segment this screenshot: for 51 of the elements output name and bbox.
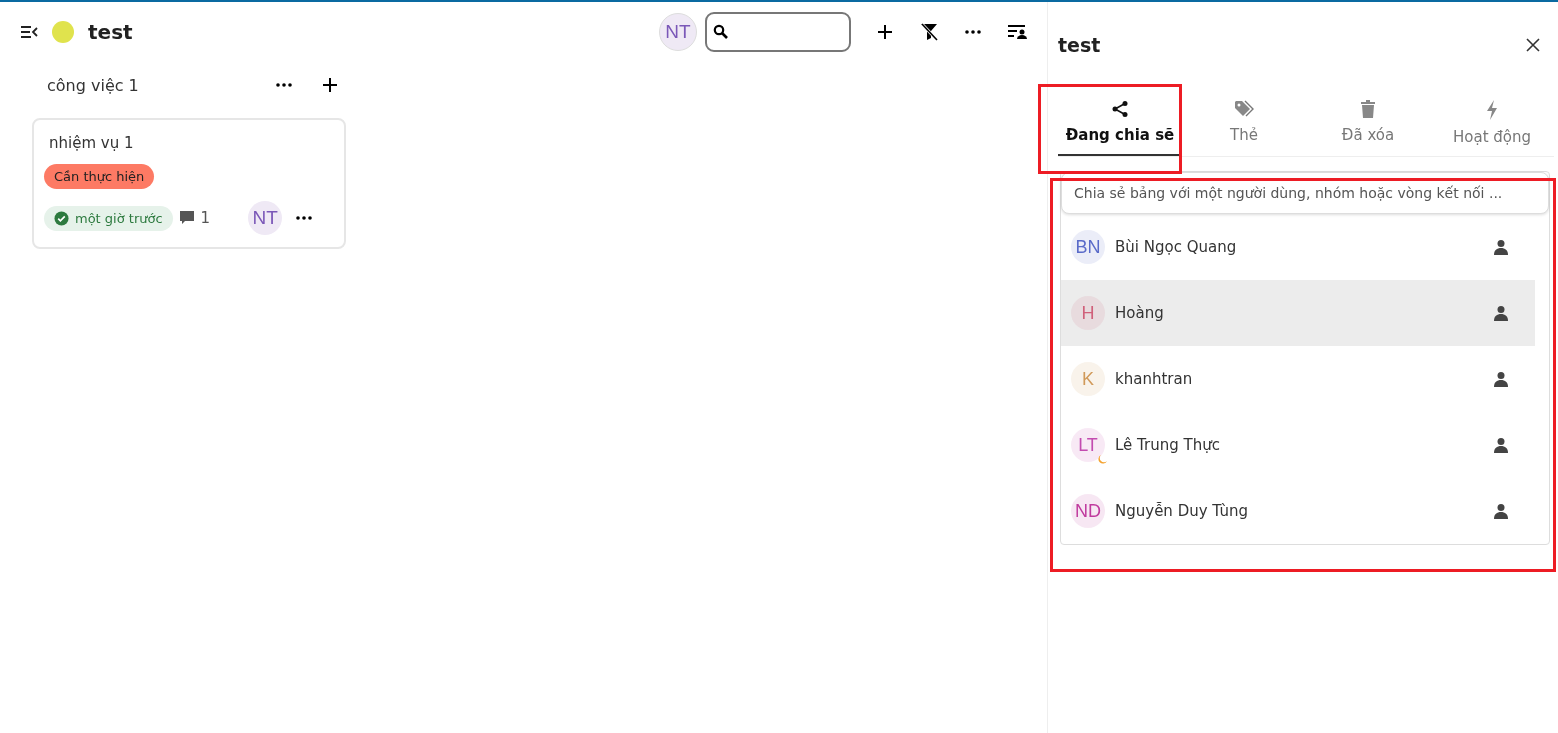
task-card[interactable]: nhiệm vụ 1 Cần thực hiện một giờ trước 1 NT — [32, 118, 346, 249]
user-avatar: ND — [1071, 494, 1105, 528]
user-name: Nguyễn Duy Tùng — [1115, 502, 1249, 520]
sidebar-tab[interactable]: Hoạt động — [1430, 90, 1554, 156]
search-icon — [713, 24, 729, 40]
user-row[interactable]: BN Bùi Ngọc Quang — [1061, 214, 1535, 280]
user-avatar[interactable]: NT — [659, 13, 697, 51]
more-icon[interactable] — [276, 83, 292, 87]
user-row[interactable]: LT Lê Trung Thực — [1061, 412, 1535, 478]
user-icon — [1493, 437, 1509, 453]
user-avatar: K — [1071, 362, 1105, 396]
sidebar-tab[interactable]: Đang chia sẽ — [1058, 90, 1182, 156]
more-icon[interactable] — [965, 30, 981, 34]
user-name: khanhtran — [1115, 370, 1194, 388]
comment-icon — [178, 210, 195, 226]
user-name: Hoàng — [1115, 304, 1165, 322]
sidebar-tab[interactable]: Đã xóa — [1306, 90, 1430, 156]
user-icon — [1493, 371, 1509, 387]
check-circle-icon — [54, 210, 69, 226]
trash-icon — [1361, 100, 1375, 118]
lightning-icon — [1486, 100, 1498, 120]
card-title: nhiệm vụ 1 — [48, 134, 135, 152]
user-avatar: H — [1071, 296, 1105, 330]
user-icon — [1493, 239, 1509, 255]
user-row[interactable]: H Hoàng — [1061, 280, 1535, 346]
user-avatar: BN — [1071, 230, 1105, 264]
share-icon — [1111, 100, 1129, 118]
user-name: Bùi Ngọc Quang — [1115, 238, 1238, 256]
filter-off-icon[interactable] — [919, 23, 939, 41]
add-icon[interactable] — [877, 24, 893, 40]
user-row[interactable]: K khanhtran — [1061, 346, 1535, 412]
user-icon — [1493, 503, 1509, 519]
comment-count: 1 — [200, 209, 211, 227]
user-avatar: LT — [1071, 428, 1105, 462]
tags-icon — [1234, 100, 1254, 118]
due-date-text: một giờ trước — [75, 210, 163, 226]
add-icon[interactable] — [322, 77, 338, 93]
menu-icon[interactable] — [20, 25, 38, 39]
user-row[interactable]: ND Nguyễn Duy Tùng — [1061, 478, 1535, 544]
user-icon — [1493, 305, 1509, 321]
card-label: Cần thực hiện — [44, 164, 155, 189]
stack-title: công việc 1 — [47, 75, 140, 95]
details-icon[interactable] — [1007, 24, 1027, 40]
user-name: Lê Trung Thực — [1115, 436, 1221, 454]
more-icon[interactable] — [296, 216, 313, 220]
assignee-avatar: NT — [248, 201, 283, 235]
board-title: test — [88, 20, 133, 44]
close-icon[interactable] — [1526, 38, 1540, 52]
sidebar-tab[interactable]: Thẻ — [1182, 90, 1306, 156]
sidebar-title: test — [1058, 34, 1101, 56]
search-field[interactable] — [705, 12, 851, 52]
